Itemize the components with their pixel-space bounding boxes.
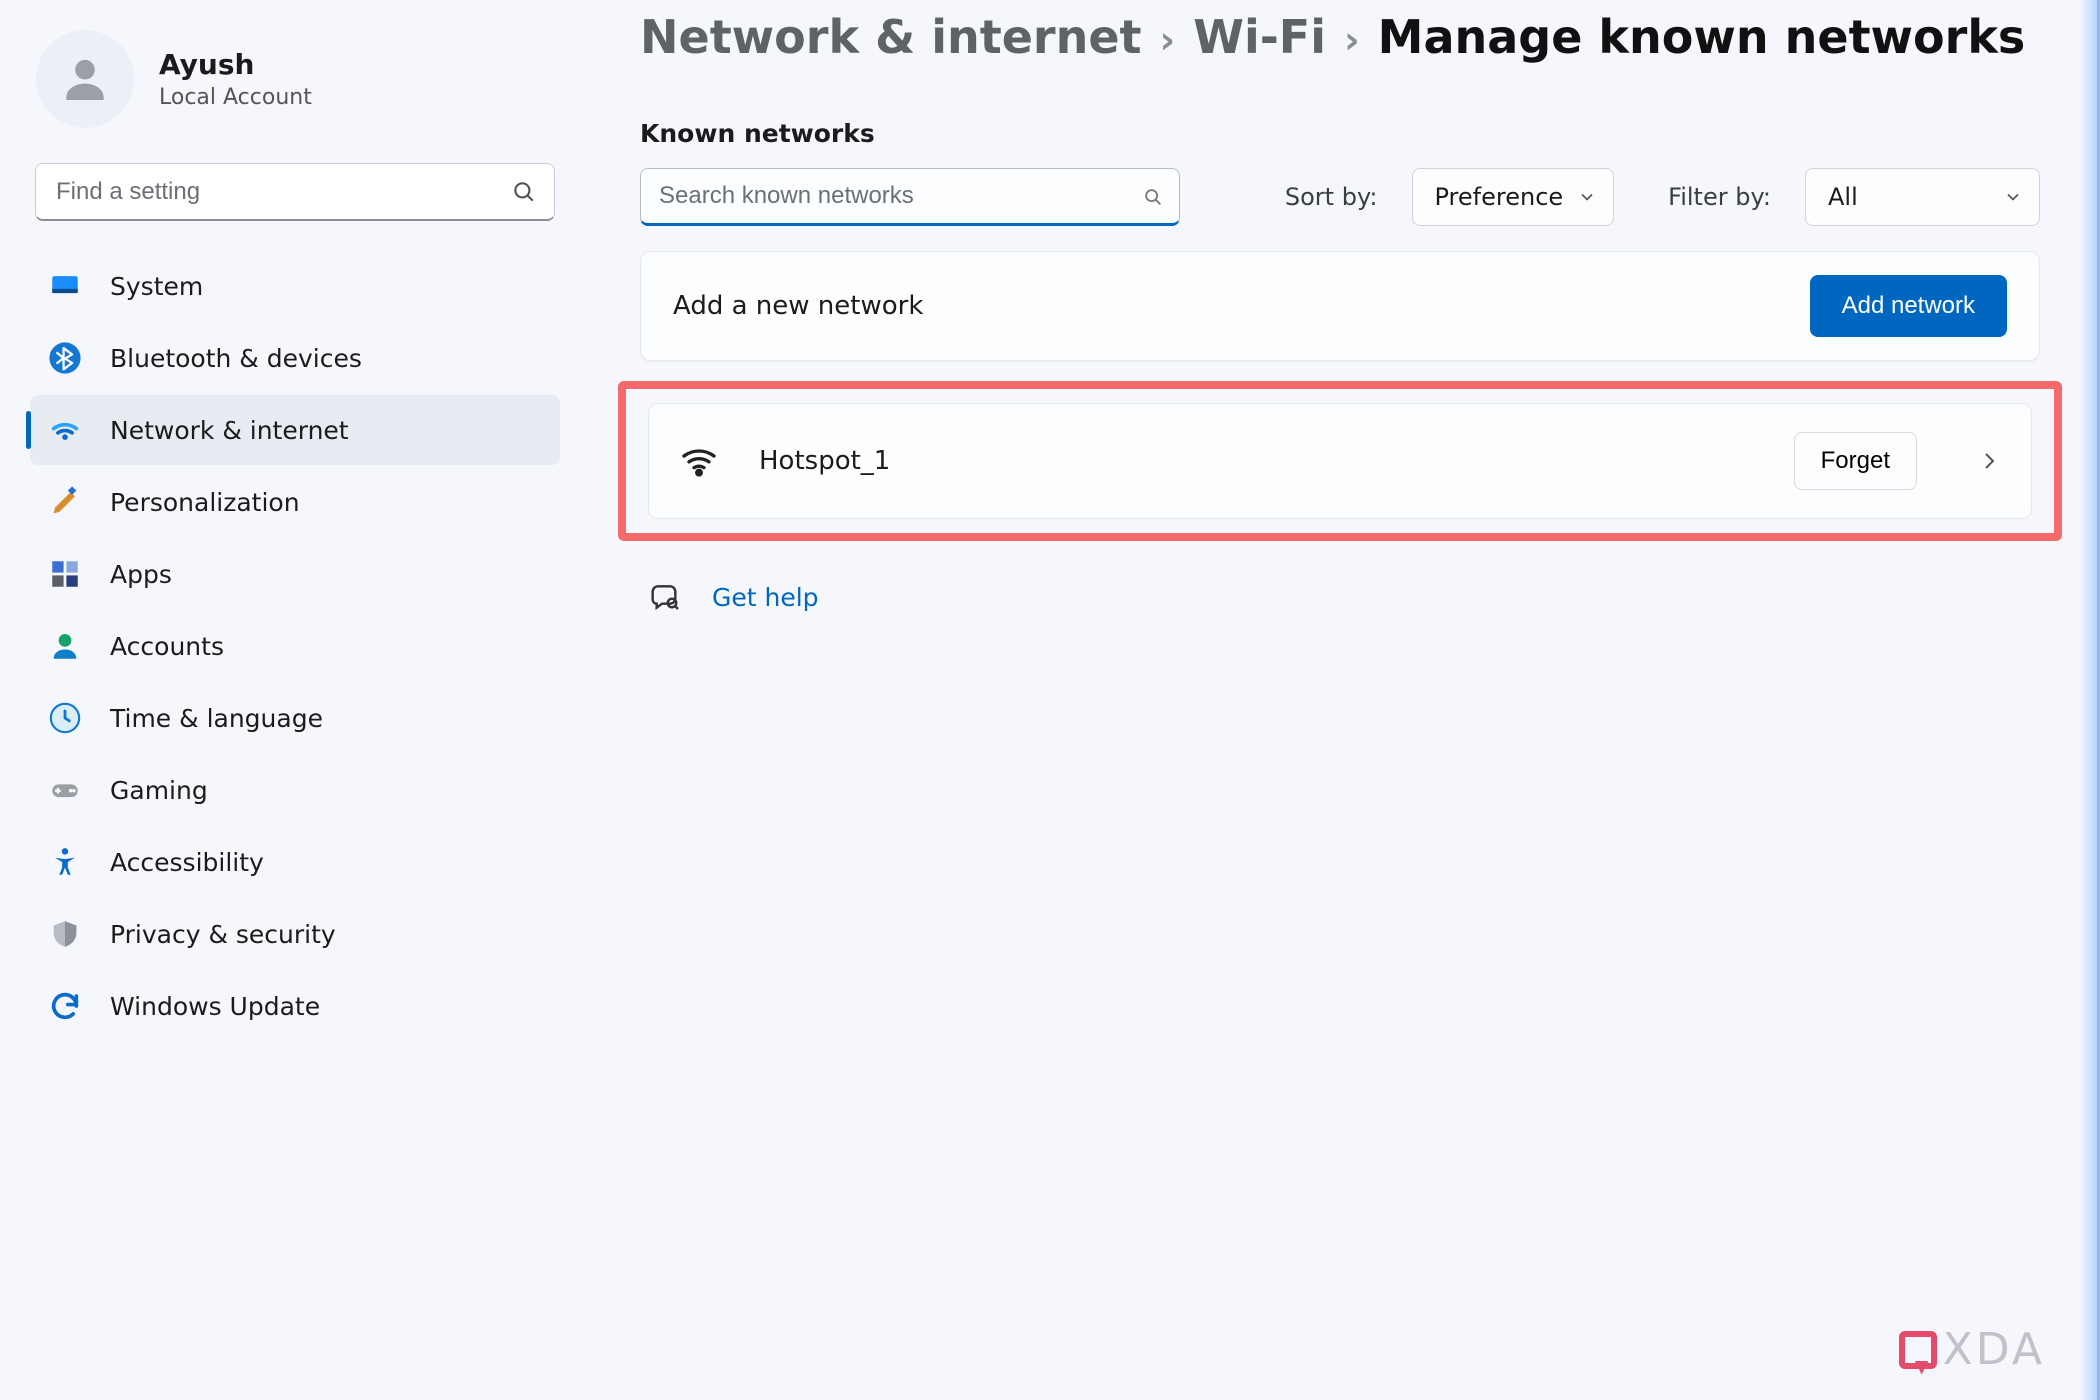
sidebar-item-accessibility[interactable]: Accessibility <box>30 827 560 897</box>
sidebar-item-label: Gaming <box>110 776 208 805</box>
search-icon <box>511 179 537 205</box>
filter-value: All <box>1828 183 1858 211</box>
forget-button[interactable]: Forget <box>1794 432 1917 490</box>
get-help-row[interactable]: Get help <box>650 581 2040 613</box>
search-networks-wrap <box>640 168 1180 226</box>
breadcrumb-current: Manage known networks <box>1378 10 2026 64</box>
person-colored-icon <box>48 629 82 663</box>
watermark-text: XDA <box>1943 1324 2045 1375</box>
sidebar-item-time[interactable]: Time & language <box>30 683 560 753</box>
chevron-down-icon <box>2003 187 2023 207</box>
sidebar-item-personalization[interactable]: Personalization <box>30 467 560 537</box>
sidebar-item-update[interactable]: Windows Update <box>30 971 560 1041</box>
sidebar-search <box>35 163 555 221</box>
profile-name: Ayush <box>159 48 312 81</box>
watermark: XDA <box>1899 1324 2045 1375</box>
breadcrumb-root[interactable]: Network & internet <box>640 10 1142 64</box>
add-network-card: Add a new network Add network <box>640 251 2040 361</box>
sidebar-item-label: Bluetooth & devices <box>110 344 362 373</box>
accessibility-icon <box>48 845 82 879</box>
sidebar-item-label: Windows Update <box>110 992 320 1021</box>
filter-label: Filter by: <box>1668 183 1771 211</box>
breadcrumb: Network & internet › Wi-Fi › Manage know… <box>640 0 2040 64</box>
get-help-link[interactable]: Get help <box>712 583 819 612</box>
sort-value: Preference <box>1435 183 1564 211</box>
annotation-highlight: Hotspot_1 Forget <box>618 381 2062 541</box>
sidebar-item-label: Time & language <box>110 704 323 733</box>
wifi-icon <box>48 413 82 447</box>
sidebar-item-label: Personalization <box>110 488 300 517</box>
wifi-icon <box>679 441 719 481</box>
paintbrush-icon <box>48 485 82 519</box>
sidebar: Ayush Local Account System Bluetooth & d… <box>0 0 590 1400</box>
window-edge-decoration <box>2079 0 2100 1400</box>
section-title: Known networks <box>640 119 2040 148</box>
person-icon <box>57 51 113 107</box>
sidebar-item-label: Network & internet <box>110 416 349 445</box>
chevron-down-icon <box>1577 187 1597 207</box>
help-icon <box>650 581 682 613</box>
sort-dropdown[interactable]: Preference <box>1412 168 1615 226</box>
controls-row: Sort by: Preference Filter by: All <box>640 168 2040 226</box>
main-content: Network & internet › Wi-Fi › Manage know… <box>590 0 2100 1400</box>
sort-label: Sort by: <box>1285 183 1378 211</box>
sidebar-item-label: Privacy & security <box>110 920 336 949</box>
update-icon <box>48 989 82 1023</box>
avatar <box>36 30 134 128</box>
known-network-row[interactable]: Hotspot_1 Forget <box>648 403 2032 519</box>
profile-block[interactable]: Ayush Local Account <box>30 20 560 153</box>
sidebar-item-label: Accounts <box>110 632 224 661</box>
add-network-button[interactable]: Add network <box>1810 275 2007 337</box>
chevron-right-icon: › <box>1344 18 1360 62</box>
search-networks-input[interactable] <box>640 168 1180 226</box>
sidebar-search-input[interactable] <box>35 163 555 221</box>
network-name: Hotspot_1 <box>759 446 890 476</box>
sidebar-item-system[interactable]: System <box>30 251 560 321</box>
sidebar-nav: System Bluetooth & devices Network & int… <box>30 251 560 1041</box>
globe-clock-icon <box>48 701 82 735</box>
sidebar-item-label: System <box>110 272 203 301</box>
sidebar-item-privacy[interactable]: Privacy & security <box>30 899 560 969</box>
sidebar-item-accounts[interactable]: Accounts <box>30 611 560 681</box>
bluetooth-icon <box>48 341 82 375</box>
chevron-right-icon[interactable] <box>1977 449 2001 473</box>
sidebar-item-apps[interactable]: Apps <box>30 539 560 609</box>
add-network-title: Add a new network <box>673 291 923 321</box>
apps-icon <box>48 557 82 591</box>
sidebar-item-label: Apps <box>110 560 172 589</box>
sidebar-item-bluetooth[interactable]: Bluetooth & devices <box>30 323 560 393</box>
monitor-icon <box>48 269 82 303</box>
sidebar-item-label: Accessibility <box>110 848 264 877</box>
profile-subtitle: Local Account <box>159 85 312 110</box>
breadcrumb-mid[interactable]: Wi-Fi <box>1193 10 1326 64</box>
gamepad-icon <box>48 773 82 807</box>
filter-dropdown[interactable]: All <box>1805 168 2040 226</box>
search-icon <box>1142 186 1164 208</box>
chevron-right-icon: › <box>1160 18 1176 62</box>
sidebar-item-network[interactable]: Network & internet <box>30 395 560 465</box>
shield-icon <box>48 917 82 951</box>
sidebar-item-gaming[interactable]: Gaming <box>30 755 560 825</box>
watermark-logo-icon <box>1899 1331 1937 1369</box>
